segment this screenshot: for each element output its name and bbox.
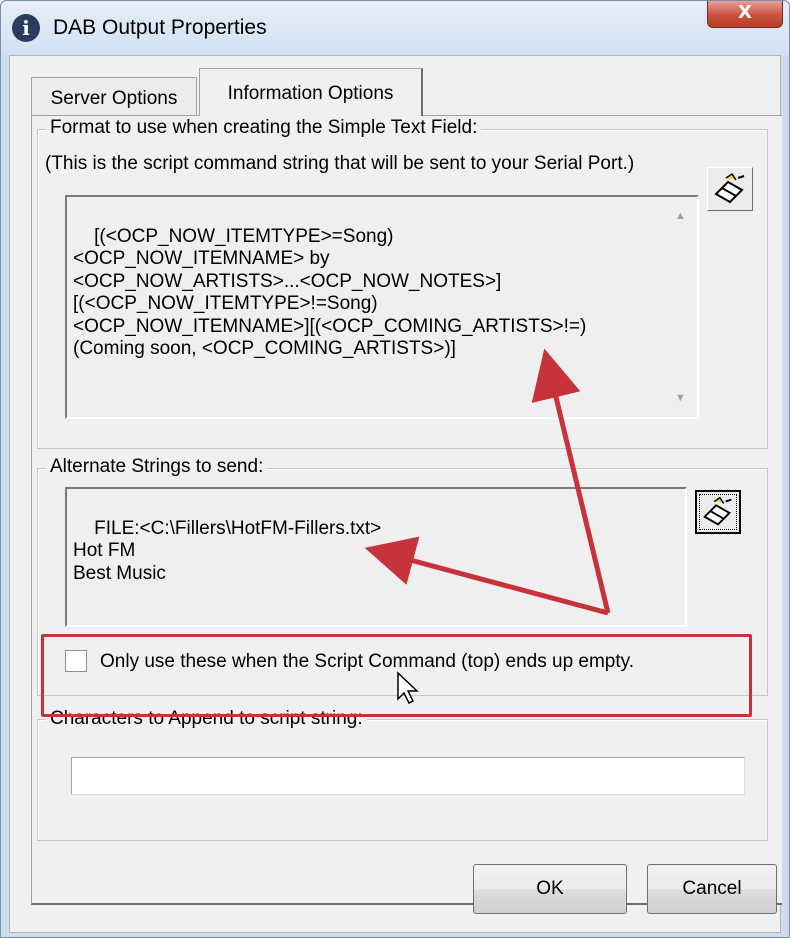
dialog-window: i DAB Output Properties X Server Options… [0,0,790,938]
alternate-strings-text: FILE:<C:\Fillers\HotFM-Fillers.txt> Hot … [73,517,382,584]
alternate-strings-group-label: Alternate Strings to send: [46,456,268,478]
edit-script-button[interactable] [707,167,753,211]
mouse-cursor-icon [397,671,419,705]
simple-text-field-group-label: Format to use when creating the Simple T… [46,117,482,139]
tab-server-options[interactable]: Server Options [31,77,197,115]
script-command-text: [(<OCP_NOW_ITEMTYPE>=Song) <OCP_NOW_ITEM… [73,225,587,360]
append-characters-input[interactable] [71,757,745,795]
tab-information-options[interactable]: Information Options [199,68,423,116]
scroll-up-arrow-icon[interactable]: ▲ [675,205,686,228]
ok-button[interactable]: OK [473,864,627,914]
scroll-down-arrow-icon[interactable]: ▼ [675,387,686,410]
script-command-textarea[interactable]: [(<OCP_NOW_ITEMTYPE>=Song) <OCP_NOW_ITEM… [65,195,699,419]
window-title: DAB Output Properties [53,16,267,39]
eraser-pencil-icon [703,496,732,526]
info-icon: i [12,14,40,42]
close-button[interactable]: X [707,1,783,28]
title-bar[interactable]: i DAB Output Properties X [1,1,789,55]
append-characters-group-label: Characters to Append to script string: [46,708,367,730]
cancel-button[interactable]: Cancel [647,864,777,914]
eraser-pencil-icon [714,172,745,204]
only-use-when-empty-checkbox[interactable] [65,650,87,672]
edit-alternate-strings-button[interactable] [695,490,741,534]
script-command-note: (This is the script command string that … [45,153,635,174]
alternate-strings-textarea[interactable]: FILE:<C:\Fillers\HotFM-Fillers.txt> Hot … [65,487,687,627]
only-use-when-empty-label[interactable]: Only use these when the Script Command (… [100,651,634,673]
vertical-scrollbar[interactable]: ▲ ▼ [667,199,695,415]
